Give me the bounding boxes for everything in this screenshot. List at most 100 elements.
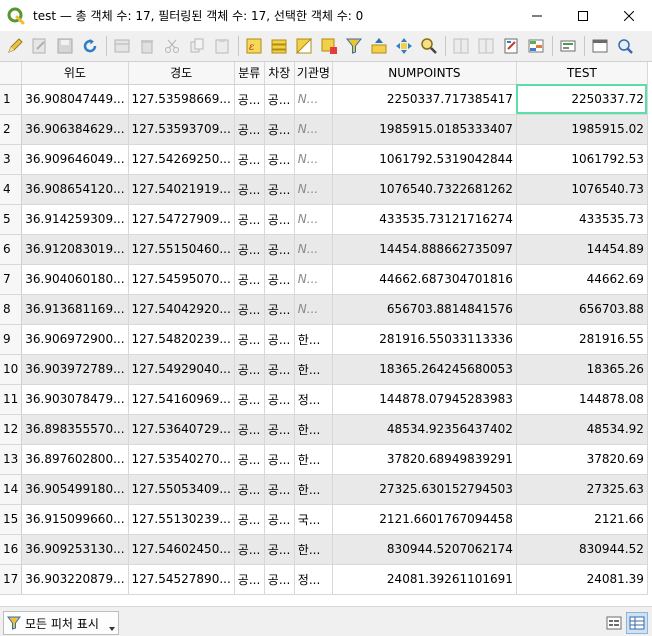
cell-lon[interactable]: 127.55150460... [128, 234, 235, 265]
cell-numpoints[interactable]: 1076540.7322681262 [332, 174, 517, 205]
table-row[interactable]: 12 36.898355570... 127.53640729... 공... 공...… [0, 414, 648, 445]
table-row[interactable]: 11 36.903078479... 127.54160969... 공... 공...… [0, 384, 648, 415]
cell-lat[interactable]: 36.906384629... [21, 114, 129, 145]
paste-button[interactable] [211, 35, 233, 57]
table-row[interactable]: 16 36.909253130... 127.54602450... 공... 공...… [0, 534, 648, 565]
cell-lat[interactable]: 36.914259309... [21, 204, 129, 235]
deselect-all-button[interactable] [318, 35, 340, 57]
cell-class[interactable]: 공... [234, 384, 265, 415]
cell-car[interactable]: 공... [264, 474, 295, 505]
table-row[interactable]: 17 36.903220879... 127.54527890... 공... 공...… [0, 564, 648, 595]
cell-test[interactable]: 18365.26 [516, 354, 648, 385]
cell-class[interactable]: 공... [234, 114, 265, 145]
cell-org[interactable]: N... [294, 294, 333, 325]
cell-lon[interactable]: 127.54602450... [128, 534, 235, 565]
cell-org[interactable]: 한... [294, 354, 333, 385]
row-number-header[interactable]: 3 [0, 144, 23, 175]
cell-class[interactable]: 공... [234, 354, 265, 385]
cell-lon[interactable]: 127.54527890... [128, 564, 235, 595]
cell-org[interactable]: 한... [294, 444, 333, 475]
cell-test[interactable]: 281916.55 [516, 324, 648, 355]
cell-test[interactable]: 24081.39 [516, 564, 648, 595]
cell-lon[interactable]: 127.54820239... [128, 324, 235, 355]
cell-car[interactable]: 공... [264, 354, 295, 385]
cell-lat[interactable]: 36.897602800... [21, 444, 129, 475]
table-row[interactable]: 4 36.908654120... 127.54021919... 공... 공... N… [0, 174, 648, 205]
cell-numpoints[interactable]: 37820.68949839291 [332, 444, 517, 475]
cell-lat[interactable]: 36.913681169... [21, 294, 129, 325]
cell-numpoints[interactable]: 281916.55033113336 [332, 324, 517, 355]
cell-car[interactable]: 공... [264, 414, 295, 445]
table-row[interactable]: 1 36.908047449... 127.53598669... 공... 공... N… [0, 84, 648, 115]
cell-org[interactable]: N... [294, 144, 333, 175]
cell-car[interactable]: 공... [264, 534, 295, 565]
cell-test[interactable]: 144878.08 [516, 384, 648, 415]
cell-lat[interactable]: 36.903220879... [21, 564, 129, 595]
invert-selection-button[interactable] [293, 35, 315, 57]
cell-org[interactable]: N... [294, 114, 333, 145]
form-view-button[interactable] [603, 612, 625, 634]
cell-class[interactable]: 공... [234, 264, 265, 295]
attribute-form-button[interactable] [614, 35, 636, 57]
save-edits-button[interactable] [54, 35, 76, 57]
cell-lat[interactable]: 36.906972900... [21, 324, 129, 355]
cell-lat[interactable]: 36.903078479... [21, 384, 129, 415]
cell-class[interactable]: 공... [234, 534, 265, 565]
cell-class[interactable]: 공... [234, 414, 265, 445]
new-field-button[interactable] [450, 35, 472, 57]
cell-lat[interactable]: 36.904060180... [21, 264, 129, 295]
cut-button[interactable] [161, 35, 183, 57]
table-row[interactable]: 2 36.906384629... 127.53593709... 공... 공... N… [0, 114, 648, 145]
row-number-header[interactable]: 9 [0, 324, 23, 355]
row-number-header[interactable]: 12 [0, 414, 23, 445]
cell-numpoints[interactable]: 830944.5207062174 [332, 534, 517, 565]
row-number-header[interactable]: 13 [0, 444, 23, 475]
column-header-numpoints[interactable]: NUMPOINTS [332, 62, 517, 85]
cell-test[interactable]: 14454.89 [516, 234, 648, 265]
filter-selection-button[interactable] [343, 35, 365, 57]
row-number-header[interactable]: 14 [0, 474, 23, 505]
cell-org[interactable]: 한... [294, 534, 333, 565]
cell-class[interactable]: 공... [234, 324, 265, 355]
cell-org[interactable]: 국... [294, 504, 333, 535]
cell-car[interactable]: 공... [264, 384, 295, 415]
cell-car[interactable]: 공... [264, 174, 295, 205]
cell-numpoints[interactable]: 433535.73121716274 [332, 204, 517, 235]
cell-car[interactable]: 공... [264, 144, 295, 175]
row-number-header[interactable]: 1 [0, 84, 23, 115]
cell-class[interactable]: 공... [234, 174, 265, 205]
cell-test[interactable]: 830944.52 [516, 534, 648, 565]
close-button[interactable] [606, 0, 652, 31]
dock-window-button[interactable] [589, 35, 611, 57]
table-row[interactable]: 13 36.897602800... 127.53540270... 공... 공...… [0, 444, 648, 475]
select-by-expression-button[interactable]: ε [243, 35, 265, 57]
column-header-car[interactable]: 차장 [264, 62, 295, 85]
cell-numpoints[interactable]: 1985915.0185333407 [332, 114, 517, 145]
cell-test[interactable]: 656703.88 [516, 294, 648, 325]
cell-numpoints[interactable]: 18365.264245680053 [332, 354, 517, 385]
cell-org[interactable]: N... [294, 204, 333, 235]
cell-org[interactable]: N... [294, 234, 333, 265]
cell-lat[interactable]: 36.908047449... [21, 84, 129, 115]
cell-lon[interactable]: 127.55053409... [128, 474, 235, 505]
row-number-header[interactable]: 7 [0, 264, 23, 295]
cell-org[interactable]: 한... [294, 474, 333, 505]
cell-test[interactable]: 1076540.73 [516, 174, 648, 205]
cell-lon[interactable]: 127.53593709... [128, 114, 235, 145]
cell-lon[interactable]: 127.53640729... [128, 414, 235, 445]
cell-lat[interactable]: 36.898355570... [21, 414, 129, 445]
cell-car[interactable]: 공... [264, 444, 295, 475]
cell-numpoints[interactable]: 2121.6601767094458 [332, 504, 517, 535]
cell-class[interactable]: 공... [234, 294, 265, 325]
cell-lat[interactable]: 36.905499180... [21, 474, 129, 505]
cell-numpoints[interactable]: 48534.92356437402 [332, 414, 517, 445]
cell-org[interactable]: 한... [294, 324, 333, 355]
cell-class[interactable]: 공... [234, 504, 265, 535]
cell-car[interactable]: 공... [264, 84, 295, 115]
maximize-button[interactable] [560, 0, 606, 31]
cell-car[interactable]: 공... [264, 114, 295, 145]
column-header-lat[interactable]: 위도 [21, 62, 129, 85]
table-row[interactable]: 15 36.915099660... 127.55130239... 공... 공...… [0, 504, 648, 535]
cell-numpoints[interactable]: 24081.39261101691 [332, 564, 517, 595]
column-header-org[interactable]: 기관명 [294, 62, 333, 85]
